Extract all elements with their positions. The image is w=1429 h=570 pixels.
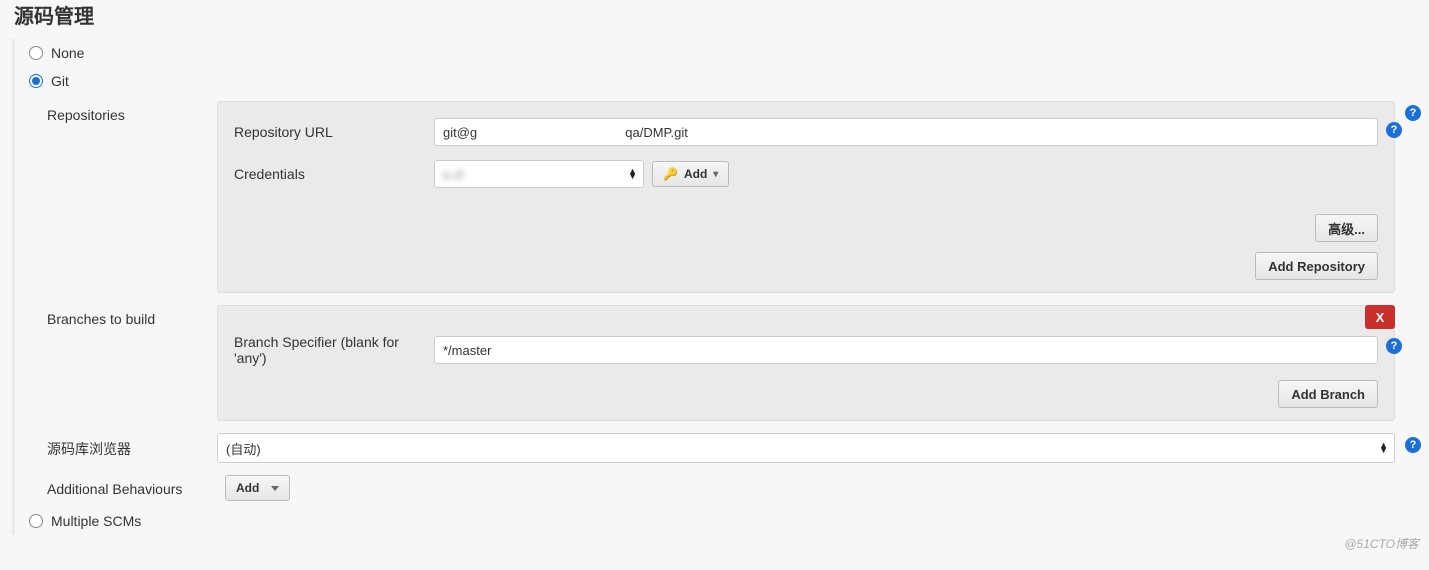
key-icon: 🔑 <box>663 167 678 181</box>
watermark: @51CTO博客 <box>1344 535 1419 552</box>
repo-browser-label: 源码库浏览器 <box>47 433 217 459</box>
credentials-value: o.zl <box>443 167 463 182</box>
add-behaviour-button[interactable]: Add <box>225 475 290 501</box>
repo-browser-select[interactable]: (自动) ▲▼ <box>217 433 1395 463</box>
behaviours-label: Additional Behaviours <box>47 475 225 497</box>
branches-panel: X Branch Specifier (blank for 'any') ? A… <box>217 305 1395 421</box>
scm-multiple-radio[interactable] <box>29 514 43 528</box>
repositories-label: Repositories <box>47 101 217 123</box>
chevron-down-icon: ▾ <box>713 169 718 180</box>
remove-branch-button[interactable]: X <box>1365 305 1395 329</box>
help-icon[interactable]: ? <box>1405 105 1421 121</box>
branch-specifier-input[interactable] <box>434 336 1378 364</box>
repositories-panel: Repository URL ? Credentials o.zl ▲▼ 🔑 A… <box>217 101 1395 293</box>
branches-label: Branches to build <box>47 305 217 327</box>
add-credentials-label: Add <box>684 167 707 181</box>
repo-browser-value: (自动) <box>226 439 261 458</box>
scm-none-label: None <box>51 45 84 61</box>
scm-git-radio[interactable] <box>29 74 43 88</box>
scm-git-label: Git <box>51 73 69 89</box>
help-icon[interactable]: ? <box>1386 122 1402 138</box>
add-credentials-button[interactable]: 🔑 Add ▾ <box>652 161 729 187</box>
help-icon[interactable]: ? <box>1405 437 1421 453</box>
branch-specifier-label: Branch Specifier (blank for 'any') <box>234 334 434 366</box>
repo-url-input[interactable] <box>434 118 1378 146</box>
chevron-updown-icon: ▲▼ <box>628 169 637 179</box>
advanced-button[interactable]: 高级... <box>1315 214 1378 242</box>
section-title: 源码管理 <box>0 0 1429 39</box>
credentials-label: Credentials <box>234 166 434 182</box>
add-repository-button[interactable]: Add Repository <box>1255 252 1378 280</box>
scm-multiple-label: Multiple SCMs <box>51 513 141 529</box>
help-icon[interactable]: ? <box>1386 338 1402 354</box>
add-branch-button[interactable]: Add Branch <box>1278 380 1378 408</box>
credentials-select[interactable]: o.zl ▲▼ <box>434 160 644 188</box>
repo-url-label: Repository URL <box>234 124 434 140</box>
chevron-updown-icon: ▲▼ <box>1379 443 1388 453</box>
scm-none-radio[interactable] <box>29 46 43 60</box>
